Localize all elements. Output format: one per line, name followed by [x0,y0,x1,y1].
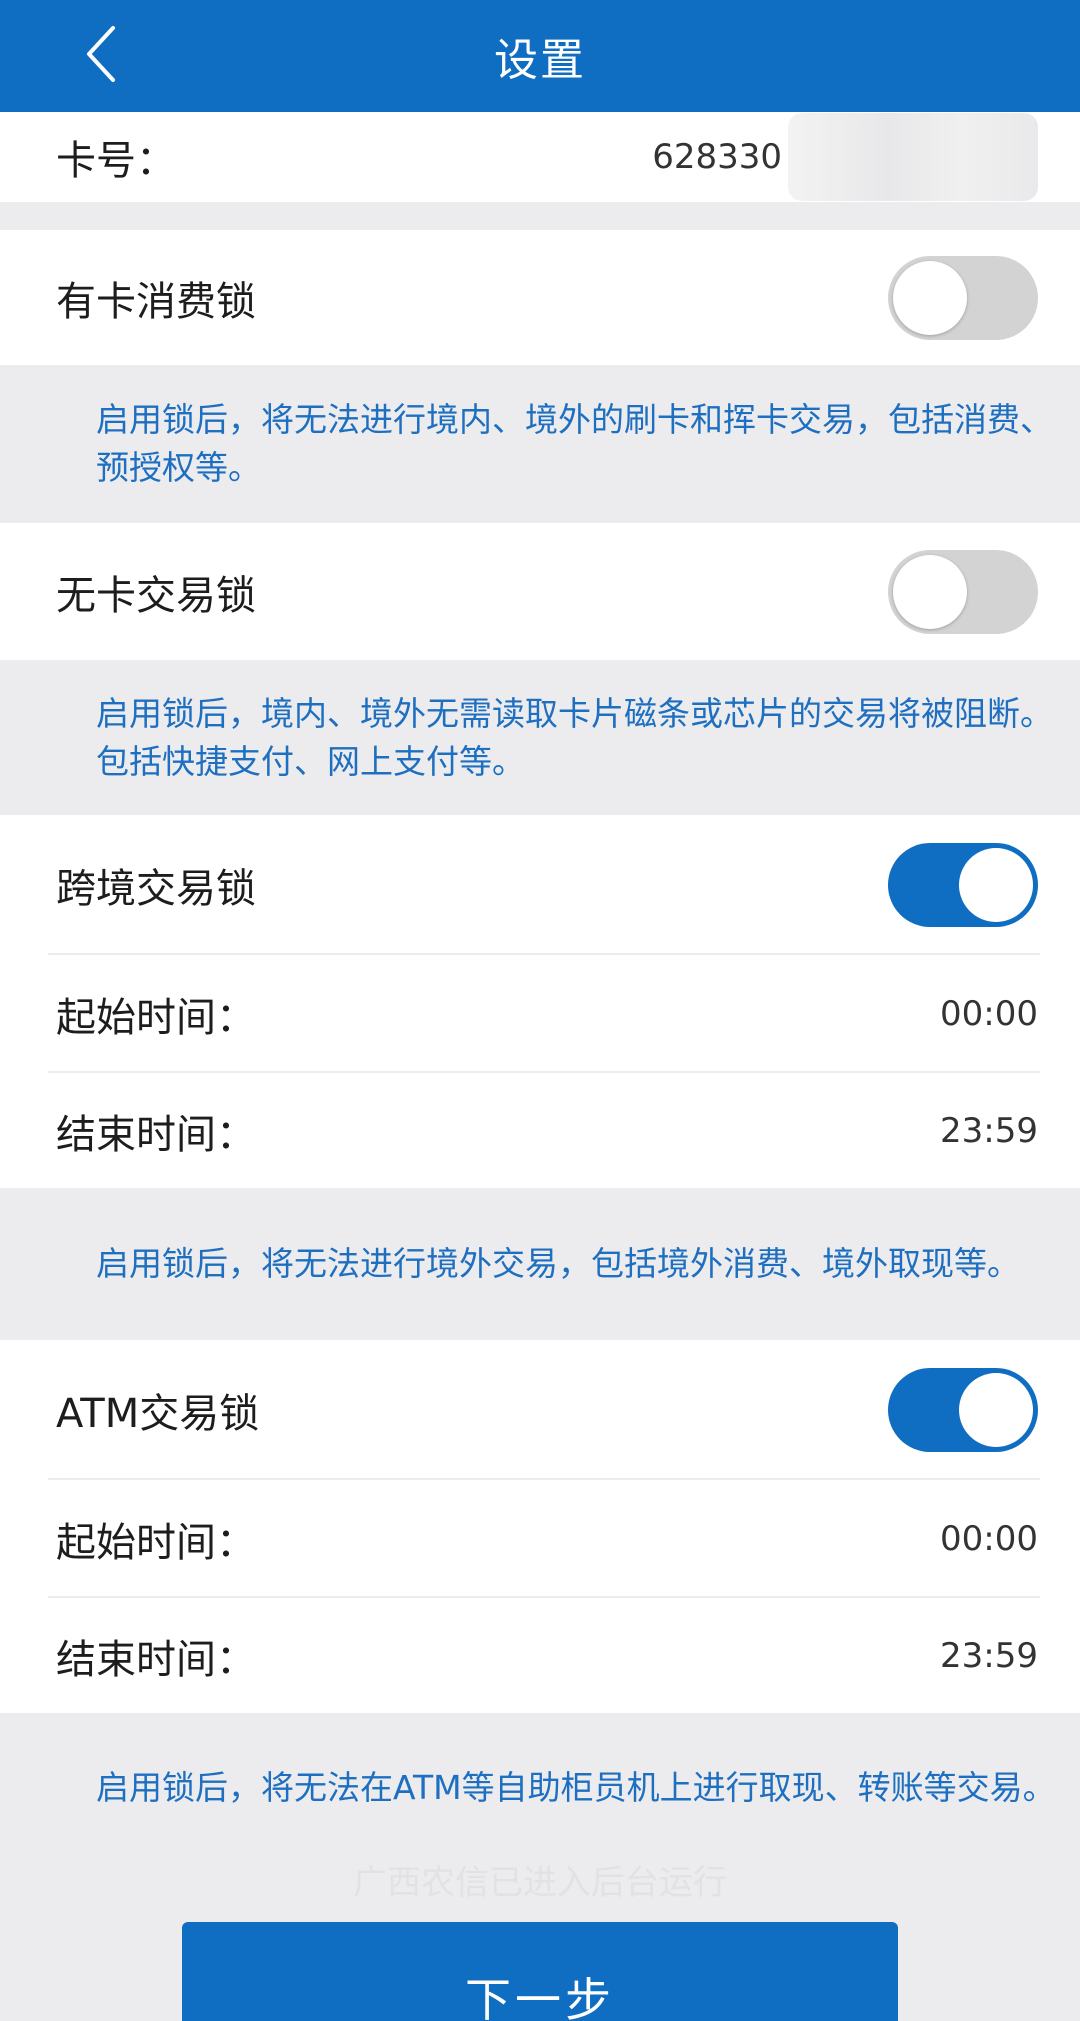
atm-lock-toggle[interactable] [888,1368,1038,1452]
card-number-row: 卡号： 628330 [0,112,1080,202]
toggle-knob [893,260,967,335]
card-not-present-lock-label: 无卡交易锁 [56,572,256,619]
start-time-value: 00:00 [940,994,1038,1034]
cross-border-lock-note: 启用锁后，将无法进行境外交易，包括境外消费、境外取现等。 [96,1244,1020,1283]
start-time-label: 起始时间： [56,1520,256,1566]
end-time-label: 结束时间： [56,1111,256,1158]
card-number-value-wrap: 628330 [652,113,1038,201]
back-button[interactable] [70,14,130,94]
toggle-knob [959,848,1033,922]
cross-border-lock-label: 跨境交易锁 [56,866,256,912]
cross-border-end-time-row[interactable]: 结束时间： 23:59 [0,1073,1080,1188]
atm-lock-note: 启用锁后，将无法在ATM等自助柜员机上进行取现、转账等交易。 [96,1768,1056,1807]
cross-border-lock-row: 跨境交易锁 [0,815,1080,955]
cross-border-start-time-row[interactable]: 起始时间： 00:00 [0,955,1080,1073]
start-time-label: 起始时间： [56,995,256,1041]
atm-start-time-row[interactable]: 起始时间： 00:00 [0,1480,1080,1598]
card-not-present-lock-row: 无卡交易锁 [0,523,1080,660]
card-not-present-lock-toggle[interactable] [888,549,1038,634]
background-toast: 广西农信已进入后台运行 [353,1863,727,1903]
end-time-value: 23:59 [940,1635,1038,1676]
card-number-mask [788,113,1038,201]
start-time-value: 00:00 [940,1519,1038,1559]
toggle-knob [893,554,967,629]
top-bar: 设置 [0,0,1080,112]
atm-end-time-row[interactable]: 结束时间： 23:59 [0,1598,1080,1713]
atm-lock-label: ATM交易锁 [56,1391,260,1437]
card-number-value: 628330 [652,137,782,177]
card-present-lock-toggle[interactable] [888,255,1038,340]
card-not-present-lock-note: 启用锁后，境内、境外无需读取卡片磁条或芯片的交易将被阻断。包括快捷支付、网上支付… [96,693,1053,781]
cross-border-lock-toggle[interactable] [888,843,1038,927]
chevron-left-icon [87,26,115,82]
card-present-lock-row: 有卡消费锁 [0,230,1080,365]
card-present-lock-label: 有卡消费锁 [56,278,256,325]
toggle-knob [959,1373,1033,1447]
page-title: 设置 [494,35,586,86]
end-time-label: 结束时间： [56,1636,256,1683]
atm-lock-row: ATM交易锁 [0,1340,1080,1480]
card-number-label: 卡号： [56,138,176,184]
next-step-button[interactable]: 下一步 [182,1922,898,2021]
end-time-value: 23:59 [940,1110,1038,1151]
card-present-lock-note: 启用锁后，将无法进行境内、境外的刷卡和挥卡交易，包括消费、预授权等。 [96,400,1053,487]
